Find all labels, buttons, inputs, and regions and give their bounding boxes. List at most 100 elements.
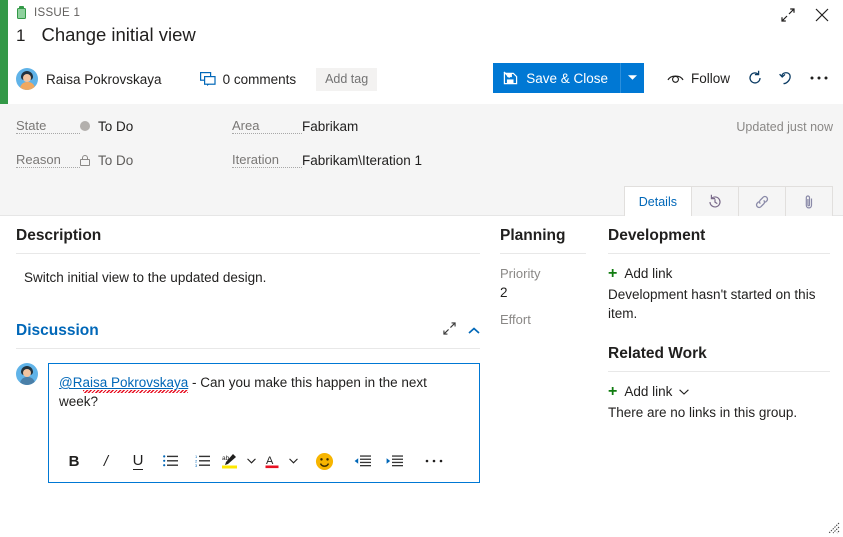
svg-text:3: 3 (195, 463, 198, 467)
description-section: Description Switch initial view to the u… (16, 227, 480, 287)
more-formatting-icon[interactable] (419, 448, 449, 474)
refresh-button[interactable] (739, 63, 771, 93)
tab-links[interactable] (738, 186, 786, 216)
svg-text:A: A (266, 455, 274, 467)
link-icon (755, 195, 769, 208)
discussion-expand-button[interactable] (443, 322, 456, 340)
state-value[interactable]: To Do (80, 119, 133, 134)
expand-icon (443, 322, 456, 335)
tab-details[interactable]: Details (623, 186, 692, 217)
refresh-icon (749, 70, 761, 84)
related-work-add-link-label: Add link (624, 384, 673, 399)
state-field[interactable]: State To Do (16, 118, 133, 134)
reason-field[interactable]: Reason To Do (16, 152, 133, 168)
comment-editor[interactable]: @Raisa Pokrovskaya - Can you make this h… (48, 363, 480, 483)
reason-value-text: To Do (98, 152, 134, 168)
numbered-list-icon[interactable]: 1 2 3 (187, 448, 217, 474)
font-color-icon[interactable]: A (261, 448, 283, 474)
development-add-link-button[interactable]: + Add link (608, 264, 830, 282)
font-color-icon: A (265, 455, 279, 469)
related-work-heading: Related Work (608, 345, 830, 372)
work-item-title[interactable]: Change initial view (41, 24, 195, 46)
comment-text[interactable]: @Raisa Pokrovskaya - Can you make this h… (49, 364, 479, 411)
close-icon (815, 8, 829, 22)
italic-icon[interactable]: / (91, 448, 121, 474)
comment-icon (199, 72, 216, 86)
chevron-down-icon[interactable] (679, 387, 690, 397)
iteration-field[interactable]: Iteration Fabrikam\Iteration 1 (232, 152, 422, 168)
revert-button[interactable] (771, 63, 803, 93)
highlight-color-dropdown[interactable] (243, 448, 259, 474)
updated-status: Updated just now (736, 120, 833, 134)
more-actions-button[interactable] (803, 63, 835, 93)
chevron-down-icon (288, 458, 298, 464)
iteration-value[interactable]: Fabrikam\Iteration 1 (302, 153, 422, 168)
increase-indent-icon (386, 454, 403, 466)
highlight-color-icon: ab (222, 454, 237, 469)
chevron-down-icon (627, 75, 637, 80)
tab-history[interactable] (691, 186, 739, 216)
increase-indent-icon[interactable] (379, 448, 409, 474)
history-icon (709, 194, 721, 208)
avatar (16, 363, 38, 385)
comment-toolbar: B / U 1 2 3 ab A (49, 442, 479, 482)
tab-strip: Details (623, 186, 833, 217)
bold-icon[interactable]: B (59, 448, 89, 474)
description-text[interactable]: Switch initial view to the updated desig… (16, 254, 480, 287)
comment-editor-row: @Raisa Pokrovskaya - Can you make this h… (16, 363, 480, 483)
development-empty-text: Development hasn't started on this item. (608, 287, 816, 321)
emoji-icon[interactable] (309, 448, 339, 474)
window-controls (775, 4, 835, 26)
development-add-link-label: Add link (624, 266, 673, 281)
comments-count: 0 comments (222, 71, 297, 87)
area-label: Area (232, 118, 302, 134)
save-and-close-button[interactable]: Save & Close (493, 63, 620, 93)
related-work-add-link-button[interactable]: + Add link (608, 383, 830, 399)
work-item-fields-strip: State To Do Reason To Do Area Fabrikam I… (0, 104, 843, 217)
priority-value[interactable]: 2 (500, 285, 586, 300)
work-item-header: ISSUE 1 1 Change initial view Raisa Pokr… (8, 0, 843, 105)
assignee-name: Raisa Pokrovskaya (46, 71, 162, 87)
attachment-icon (805, 194, 813, 208)
discussion-collapse-button[interactable] (468, 322, 480, 340)
related-work-empty-text: There are no links in this group. (608, 405, 798, 420)
expand-button[interactable] (775, 4, 801, 26)
breadcrumb: ISSUE 1 (16, 4, 80, 21)
work-item-type-color-bar (0, 0, 8, 105)
underline-icon[interactable]: U (123, 448, 153, 474)
close-button[interactable] (809, 4, 835, 26)
comments-link[interactable]: 0 comments (199, 71, 297, 87)
area-value[interactable]: Fabrikam (302, 119, 358, 134)
issue-icon (16, 6, 27, 19)
bulleted-list-icon[interactable] (155, 448, 185, 474)
resize-grip[interactable] (827, 521, 840, 534)
area-field[interactable]: Area Fabrikam (232, 118, 358, 134)
undo-icon (779, 72, 791, 85)
state-label: State (16, 118, 80, 134)
priority-label: Priority (500, 266, 541, 281)
state-dot-icon (80, 121, 90, 131)
lock-icon (80, 154, 90, 166)
planning-heading: Planning (500, 227, 586, 254)
development-section: Development + Add link Development hasn'… (608, 227, 830, 422)
highlight-color-icon[interactable]: ab (219, 448, 241, 474)
plus-icon: + (608, 264, 618, 282)
effort-label: Effort (500, 312, 531, 327)
save-and-close-label: Save & Close (526, 70, 608, 86)
ellipsis-icon (810, 76, 828, 80)
iteration-label: Iteration (232, 152, 302, 168)
decrease-indent-icon[interactable] (347, 448, 377, 474)
font-color-dropdown[interactable] (285, 448, 301, 474)
assigned-to-field[interactable]: Raisa Pokrovskaya (16, 68, 162, 90)
follow-button[interactable]: Follow (658, 63, 739, 93)
eye-icon (667, 74, 684, 83)
save-options-dropdown[interactable] (619, 63, 644, 93)
add-tag-button[interactable]: Add tag (316, 67, 378, 91)
mention-token[interactable]: @Raisa Pokrovskaya (59, 375, 189, 390)
tab-attachments[interactable] (785, 186, 833, 216)
description-heading: Description (16, 227, 480, 254)
work-item-body: Description Switch initial view to the u… (0, 217, 843, 537)
reason-value[interactable]: To Do (80, 153, 133, 168)
bulleted-list-icon (162, 455, 178, 467)
planning-section: Planning Priority 2 Effort (500, 227, 586, 331)
